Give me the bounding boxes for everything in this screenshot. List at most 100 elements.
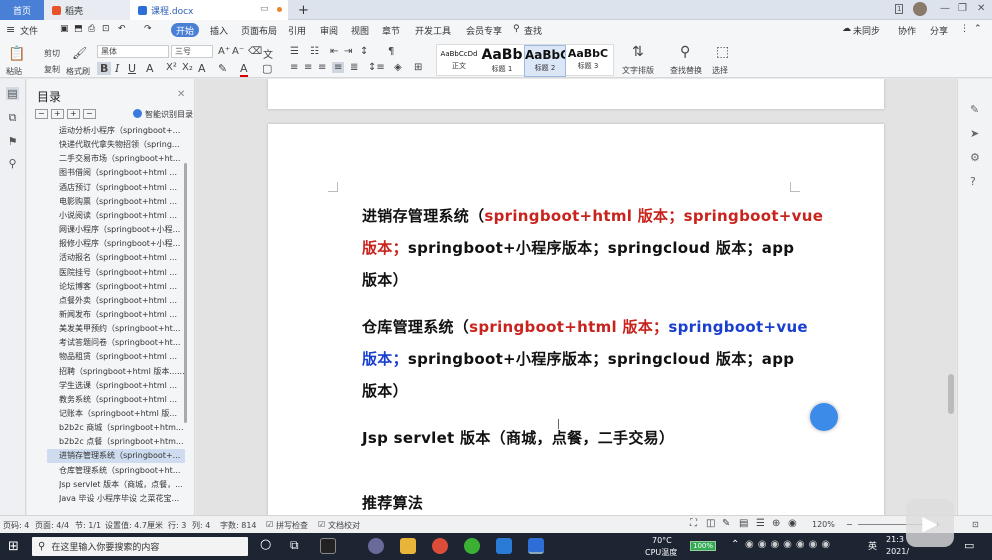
outline-view-icon[interactable]: ☰ (756, 518, 765, 529)
line-spacing-icon[interactable]: ↕≡ (368, 62, 385, 73)
promote-icon[interactable]: + (67, 109, 80, 119)
wechat-icon[interactable] (464, 538, 480, 554)
page-view-icon[interactable]: ▤ (739, 518, 748, 529)
select-button[interactable]: 选择 (712, 65, 728, 76)
outline-item[interactable]: Jsp servlet 版本（商城，点餐，... (59, 478, 189, 492)
outline-item[interactable]: 教务系统（springboot+html ... (59, 393, 189, 407)
smart-outline-button[interactable]: 智能识别目录 (145, 109, 193, 120)
web-view-icon[interactable]: ⊕ (772, 518, 780, 529)
menu-icon[interactable]: ≡ (6, 23, 15, 36)
tab-start[interactable]: 开始 (171, 23, 199, 37)
restore-icon[interactable]: ❐ (958, 3, 967, 14)
pinyin-icon[interactable]: 文 (263, 46, 273, 61)
outline-item[interactable]: 运动分析小程序（springboot+... (59, 124, 189, 138)
paste-icon[interactable]: 📋 (8, 46, 25, 62)
find-replace-icon[interactable]: ⚲ (680, 44, 690, 60)
chrome-icon[interactable] (432, 538, 448, 554)
tab-insert[interactable]: 插入 (210, 24, 228, 37)
outline-item[interactable]: 电影购票（springboot+html ... (59, 195, 189, 209)
outline-item[interactable]: 论坛博客（springboot+html ... (59, 280, 189, 294)
wps-icon[interactable] (528, 538, 544, 554)
font-color-icon[interactable]: A (240, 62, 248, 77)
tray-chevron-icon[interactable]: ⌃ (731, 539, 739, 550)
undo-icon[interactable]: ↶ (118, 24, 126, 34)
strikethrough-icon[interactable]: A (146, 62, 154, 75)
shading-icon[interactable]: ◈ (394, 62, 402, 73)
style-heading-3[interactable]: AaBbC 标题 3 (567, 45, 609, 77)
app-pinwheel-icon[interactable] (320, 538, 336, 554)
document-paragraph-line[interactable]: 仓库管理系统（springboot+html 版本；springboot+vue (362, 316, 808, 337)
text-effect-icon[interactable]: A (198, 62, 206, 75)
copy-button[interactable]: 复制 (44, 64, 60, 75)
zoom-out-icon[interactable]: − (846, 520, 853, 529)
align-center-icon[interactable]: ≡ (304, 62, 312, 73)
outline-item[interactable]: 记账本（springboot+html 版... (59, 407, 189, 421)
collapse-all-icon[interactable]: + (51, 109, 64, 119)
justify-icon[interactable]: ≡ (332, 62, 345, 73)
bookmark-icon[interactable]: ⚑ (6, 135, 19, 148)
more-icon[interactable]: ⋮ (960, 24, 969, 34)
taskbar-search[interactable]: ⚲ 在这里输入你要搜索的内容 (32, 537, 248, 556)
style-normal[interactable]: AaBbCcDd 正文 (438, 45, 480, 77)
badge-icon[interactable]: 1 (895, 4, 904, 14)
indent-icon[interactable]: ⇥ (344, 46, 352, 57)
share-link[interactable]: 分享 (930, 24, 948, 37)
document-paragraph-line[interactable]: 版本；springboot+小程序版本；springcloud 版本；app (362, 348, 794, 369)
style-heading-1[interactable]: AaBb 标题 1 (481, 45, 523, 77)
tab-chapter[interactable]: 章节 (382, 24, 400, 37)
document-paragraph-line[interactable]: 版本） (362, 380, 408, 401)
outline-close-icon[interactable]: ✕ (177, 89, 185, 100)
tab-review[interactable]: 审阅 (320, 24, 338, 37)
font-size-select[interactable]: 三号 (171, 45, 213, 58)
collapse-icon[interactable]: ⌃ (974, 24, 982, 34)
spell-check-icon[interactable]: ☑ (266, 520, 273, 529)
tab-home[interactable]: 首页 (0, 0, 44, 20)
avatar[interactable] (913, 2, 927, 16)
settings-icon[interactable]: ⚙ (970, 151, 980, 164)
status-words[interactable]: 字数: 814 (220, 520, 257, 531)
save-icon[interactable]: ▣ (60, 24, 69, 34)
tab-page-layout[interactable]: 页面布局 (241, 24, 277, 37)
task-view-icon[interactable]: ⧉ (290, 538, 299, 553)
tab-view[interactable]: 视图 (351, 24, 369, 37)
read-mode-icon[interactable]: ◫ (706, 518, 715, 529)
outline-item[interactable]: 美发美甲预约（springboot+ht... (59, 322, 189, 336)
find-icon[interactable]: ⚲ (6, 157, 19, 170)
clock-time[interactable]: 21:3 (886, 535, 904, 544)
find-replace-button[interactable]: 查找替换 (670, 65, 702, 76)
outline-item[interactable]: 网课小程序（springboot+小程... (59, 223, 189, 237)
battery-indicator[interactable]: 100% (690, 541, 716, 551)
outline-item[interactable]: 图书借阅（springboot+html ... (59, 166, 189, 180)
paste-button[interactable]: 粘贴 (6, 66, 22, 77)
tab-daoke[interactable]: 稻壳 (44, 0, 130, 20)
print-icon[interactable]: ⎙ (88, 24, 95, 34)
floating-assistant-button[interactable] (810, 403, 838, 431)
outdent-icon[interactable]: ⇤ (330, 46, 338, 57)
vscode-icon[interactable] (496, 538, 512, 554)
outline-item[interactable]: 考试答题问卷（springboot+ht... (59, 336, 189, 350)
char-border-icon[interactable]: ▢ (262, 62, 272, 75)
add-tab-button[interactable]: + (294, 0, 314, 20)
eye-protect-icon[interactable]: ◉ (788, 518, 797, 529)
doc-scrollbar[interactable] (948, 374, 954, 414)
help-icon[interactable]: ? (970, 175, 976, 188)
expand-all-icon[interactable]: − (35, 109, 48, 119)
outline-item[interactable]: 仓库管理系统（springboot+ht... (59, 464, 189, 478)
spell-check-button[interactable]: 拼写检查 (276, 520, 308, 531)
outline-item[interactable]: Java 毕设 小程序毕设 之菜花宝... (59, 492, 189, 506)
fullscreen-icon[interactable]: ⛶ (690, 518, 697, 529)
outline-item[interactable]: 报修小程序（springboot+小程... (59, 237, 189, 251)
outline-item[interactable]: 新闻发布（springboot+html ... (59, 308, 189, 322)
document-paragraph-line[interactable]: Jsp servlet 版本（商城，点餐，二手交易） (362, 427, 674, 448)
shrink-font-icon[interactable]: A⁻ (232, 46, 244, 57)
outline-item[interactable]: 物品租赁（springboot+html ... (59, 350, 189, 364)
pointer-icon[interactable]: ➤ (970, 127, 979, 140)
monitor-icon[interactable]: ▭ (260, 4, 269, 14)
bullet-list-icon[interactable]: ☰ (290, 46, 299, 57)
file-explorer-icon[interactable] (400, 538, 416, 554)
tab-references[interactable]: 引用 (288, 24, 306, 37)
outline-item[interactable]: b2b2c 商城（springboot+htm... (59, 421, 189, 435)
outline-item[interactable]: 酒店预订（springboot+html ... (59, 181, 189, 195)
tab-document[interactable]: 课程.docx ▭ (130, 0, 288, 20)
current-page[interactable]: 进销存管理系统（springboot+html 版本；springboot+vu… (268, 124, 884, 515)
